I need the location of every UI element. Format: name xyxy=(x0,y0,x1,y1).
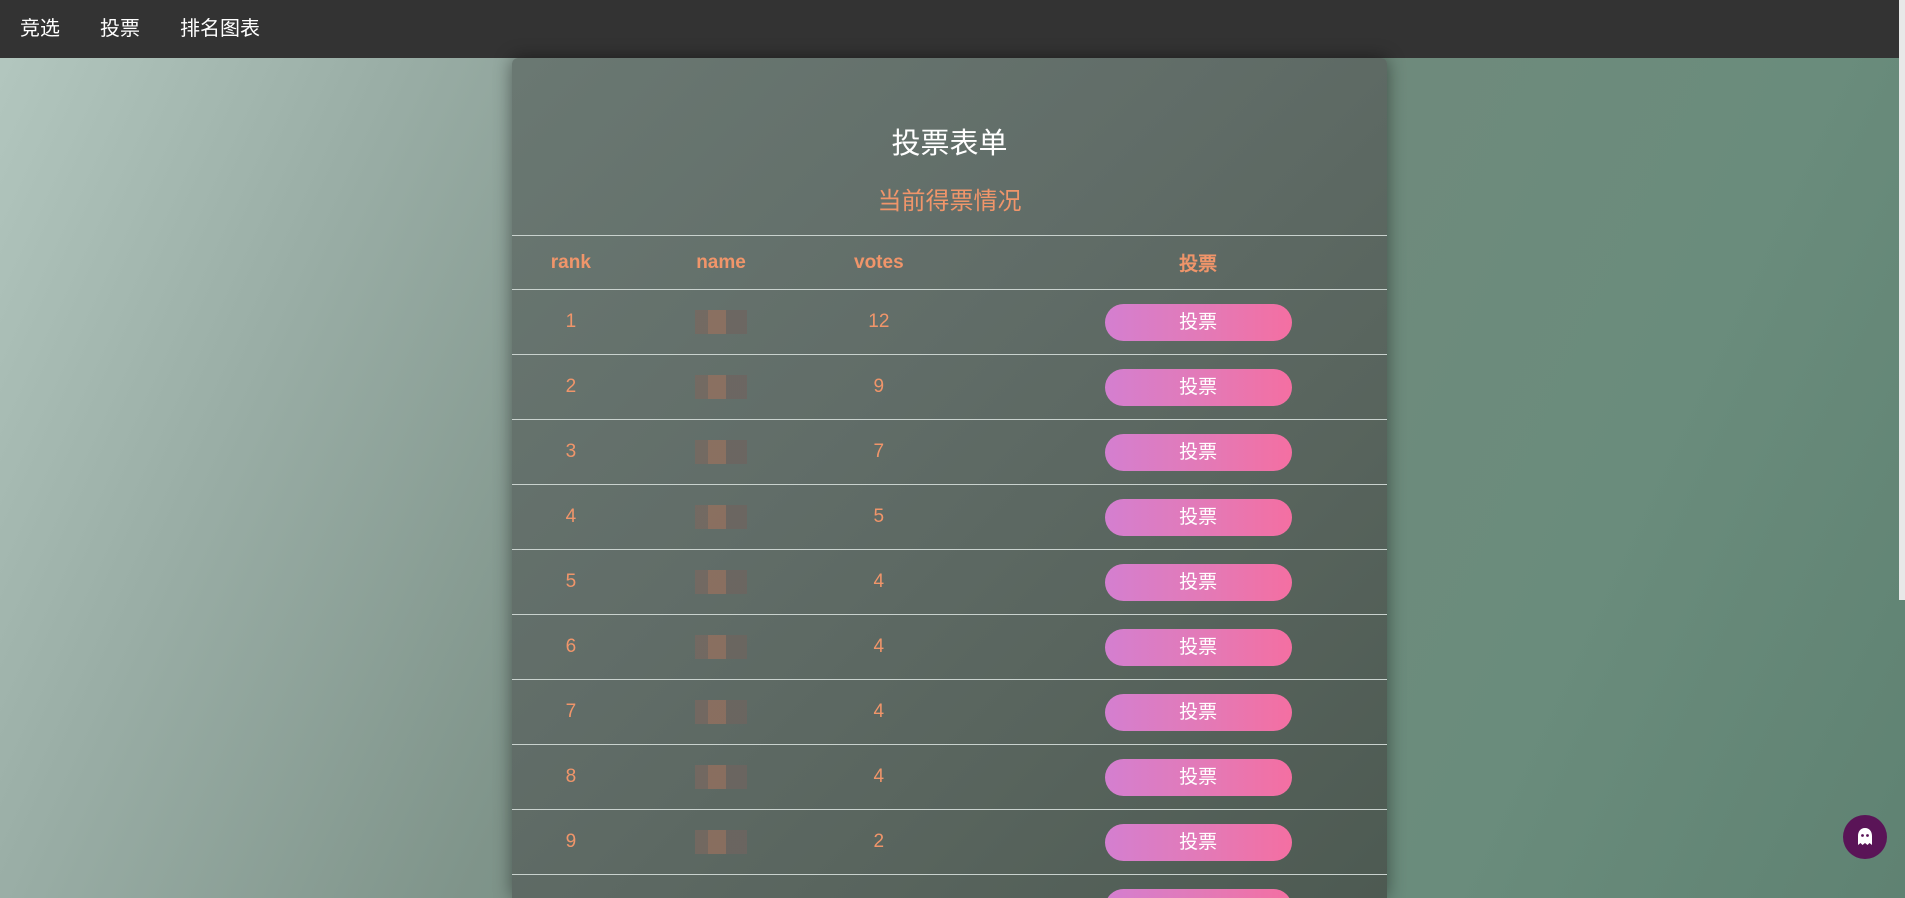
table-row: 6 4 投票 xyxy=(512,614,1387,680)
table-row: 5 4 投票 xyxy=(512,549,1387,615)
votes-cell: 2 xyxy=(812,809,946,875)
vote-button[interactable]: 投票 xyxy=(1104,823,1292,861)
header-votes: votes xyxy=(812,235,946,290)
name-cell xyxy=(629,874,813,898)
page-scrollbar[interactable] xyxy=(1899,0,1905,600)
pixelated-name xyxy=(695,375,748,399)
header-rank: rank xyxy=(512,235,630,290)
action-cell: 投票 xyxy=(945,744,1387,810)
pixelated-name xyxy=(695,505,748,529)
pixelated-name xyxy=(695,310,748,334)
table-row: 4 5 投票 xyxy=(512,484,1387,550)
vote-button[interactable]: 投票 xyxy=(1104,303,1292,341)
action-cell: 投票 xyxy=(945,419,1387,485)
action-cell: 投票 xyxy=(945,354,1387,420)
name-cell xyxy=(629,614,813,680)
vote-button[interactable]: 投票 xyxy=(1104,368,1292,406)
rank-cell xyxy=(512,874,630,898)
vote-button[interactable]: 投票 xyxy=(1104,693,1292,731)
name-cell xyxy=(629,679,813,745)
votes-cell: 4 xyxy=(812,614,946,680)
vote-button[interactable]: 投票 xyxy=(1104,498,1292,536)
rank-cell: 1 xyxy=(512,289,630,355)
votes-cell: 12 xyxy=(812,289,946,355)
pixelated-name xyxy=(695,440,748,464)
table-row: 2 9 投票 xyxy=(512,354,1387,420)
nav-item-ranking-chart[interactable]: 排名图表 xyxy=(180,0,260,58)
votes-cell xyxy=(812,874,946,898)
vote-button[interactable]: 投票 xyxy=(1104,628,1292,666)
rank-cell: 7 xyxy=(512,679,630,745)
action-cell: 投票 xyxy=(945,614,1387,680)
vote-button[interactable]: 投票 xyxy=(1104,563,1292,601)
pixelated-name xyxy=(695,765,748,789)
table-row: 7 4 投票 xyxy=(512,679,1387,745)
action-cell: 投票 xyxy=(945,809,1387,875)
name-cell xyxy=(629,744,813,810)
rank-cell: 8 xyxy=(512,744,630,810)
table-row: 9 2 投票 xyxy=(512,809,1387,875)
votes-cell: 7 xyxy=(812,419,946,485)
pixelated-name xyxy=(695,830,748,854)
nav-item-campaign[interactable]: 竞选 xyxy=(20,0,60,58)
rank-cell: 9 xyxy=(512,809,630,875)
rank-cell: 3 xyxy=(512,419,630,485)
votes-table: rank name votes 投票 1 12 投票 2 9 投票 3 7 投票… xyxy=(512,235,1387,898)
table-row: 8 4 投票 xyxy=(512,744,1387,810)
ghost-icon xyxy=(1858,828,1872,845)
table-header-row: rank name votes 投票 xyxy=(512,235,1387,290)
rank-cell: 4 xyxy=(512,484,630,550)
header-name: name xyxy=(629,235,813,290)
pixelated-name xyxy=(695,700,748,724)
name-cell xyxy=(629,809,813,875)
name-cell xyxy=(629,484,813,550)
vote-form-panel: 投票表单 当前得票情况 rank name votes 投票 1 12 投票 2… xyxy=(512,58,1387,898)
table-row xyxy=(512,874,1387,898)
action-cell: 投票 xyxy=(945,289,1387,355)
name-cell xyxy=(629,289,813,355)
table-row: 3 7 投票 xyxy=(512,419,1387,485)
votes-cell: 4 xyxy=(812,744,946,810)
name-cell xyxy=(629,549,813,615)
vote-button[interactable] xyxy=(1104,889,1292,898)
form-title: 投票表单 xyxy=(891,128,1008,160)
pixelated-name xyxy=(695,570,748,594)
header-action: 投票 xyxy=(945,235,1387,290)
rank-cell: 2 xyxy=(512,354,630,420)
action-cell: 投票 xyxy=(945,679,1387,745)
rank-cell: 5 xyxy=(512,549,630,615)
action-cell: 投票 xyxy=(945,484,1387,550)
votes-cell: 4 xyxy=(812,549,946,615)
nav-item-vote[interactable]: 投票 xyxy=(100,0,140,58)
table-row: 1 12 投票 xyxy=(512,289,1387,355)
action-cell xyxy=(945,874,1387,898)
top-navbar: 竞选 投票 排名图表 xyxy=(0,0,1905,58)
vote-button[interactable]: 投票 xyxy=(1104,433,1292,471)
rank-cell: 6 xyxy=(512,614,630,680)
votes-cell: 4 xyxy=(812,679,946,745)
assistant-button[interactable] xyxy=(1843,815,1887,859)
pixelated-name xyxy=(695,635,748,659)
votes-cell: 9 xyxy=(812,354,946,420)
form-subtitle: 当前得票情况 xyxy=(877,188,1022,215)
vote-button[interactable]: 投票 xyxy=(1104,758,1292,796)
votes-cell: 5 xyxy=(812,484,946,550)
name-cell xyxy=(629,354,813,420)
name-cell xyxy=(629,419,813,485)
action-cell: 投票 xyxy=(945,549,1387,615)
